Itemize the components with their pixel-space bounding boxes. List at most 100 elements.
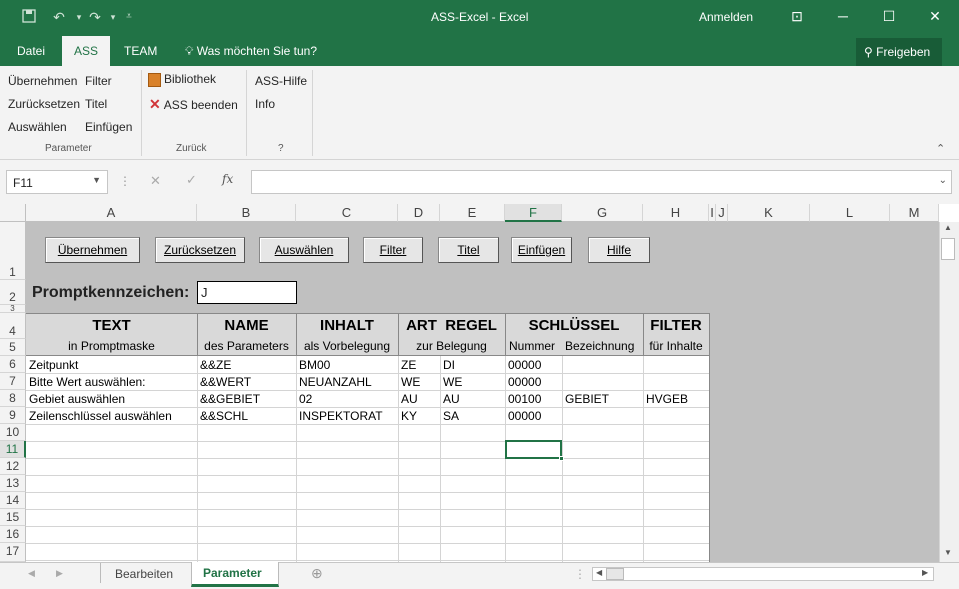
column-header-k[interactable]: K [728,204,810,222]
column-header-m[interactable]: M [890,204,939,222]
column-header-f[interactable]: F [505,204,562,222]
table-cell[interactable] [643,357,709,373]
tell-me-box[interactable]: 💡︎ Was möchten Sie tun? [176,36,326,66]
sheet-button-zuruecksetzen[interactable]: Zurücksetzen [155,237,245,263]
scroll-right-icon[interactable]: ▶ [922,568,928,577]
select-all-corner[interactable] [0,204,26,222]
row-header-9[interactable]: 9 [0,407,26,424]
scroll-left-icon[interactable]: ◀ [596,568,602,577]
table-cell[interactable]: Bitte Wert auswählen: [26,374,197,390]
table-cell[interactable]: INSPEKTORAT [296,408,398,424]
table-cell[interactable]: GEBIET [562,391,643,407]
cancel-icon[interactable]: ✕ [150,173,161,189]
name-box[interactable]: F11 ▼ [6,170,108,194]
table-cell[interactable]: &&GEBIET [197,391,296,407]
table-cell[interactable]: BM00 [296,357,398,373]
function-icon[interactable]: fx [222,172,233,186]
table-cell[interactable]: Zeilenschlüssel auswählen [26,408,197,424]
table-cell[interactable]: KY [398,408,440,424]
minimize-icon[interactable]: ─ [820,0,866,32]
row-header-8[interactable]: 8 [0,390,26,407]
row-header-15[interactable]: 15 [0,509,26,526]
save-icon[interactable] [20,8,38,26]
column-header-l[interactable]: L [810,204,890,222]
table-cell[interactable]: WE [398,374,440,390]
ribbon-ass-beenden[interactable]: ✕ ASS beenden [149,96,238,113]
ribbon-display-icon[interactable]: ⊡ [774,0,820,32]
add-sheet-icon[interactable]: ⊕ [311,565,323,582]
tab-datei[interactable]: Datei [8,36,54,66]
row-header-4[interactable]: 4 [0,313,26,339]
sheet-button-uebernehmen[interactable]: Übernehmen [45,237,140,263]
drag-handle-icon[interactable]: ⋮ [119,174,131,188]
row-header-14[interactable]: 14 [0,492,26,509]
table-cell[interactable]: Gebiet auswählen [26,391,197,407]
next-sheet-icon[interactable]: ▶ [56,568,63,579]
scroll-down-icon[interactable]: ▼ [944,548,952,557]
ribbon-filter[interactable]: Filter [85,74,112,88]
ribbon-auswaehlen[interactable]: Auswählen [8,120,67,134]
drag-handle-icon[interactable]: ⋮ [574,567,586,581]
sheet-button-filter[interactable]: Filter [363,237,423,263]
row-header-12[interactable]: 12 [0,458,26,475]
table-cell[interactable]: AU [440,391,505,407]
customize-toolbar-icon[interactable]: ⩡ [120,8,138,26]
ribbon-ass-hilfe[interactable]: ASS-Hilfe [255,74,307,88]
vertical-scrollbar[interactable] [939,222,959,562]
column-header-i[interactable]: I [709,204,716,222]
table-cell[interactable]: DI [440,357,505,373]
table-cell[interactable]: SA [440,408,505,424]
selected-cell[interactable] [505,440,562,459]
sheet-button-auswaehlen[interactable]: Auswählen [259,237,349,263]
column-header-c[interactable]: C [296,204,398,222]
column-header-h[interactable]: H [643,204,709,222]
row-header-1[interactable]: 1 [0,222,26,280]
column-header-a[interactable]: A [26,204,197,222]
horizontal-scroll-thumb[interactable] [606,568,624,580]
sheet-tab-bearbeiten[interactable]: Bearbeiten [115,567,173,581]
column-header-g[interactable]: G [562,204,643,222]
row-header-7[interactable]: 7 [0,373,26,390]
table-cell[interactable] [562,374,643,390]
table-cell[interactable]: NEUANZAHL [296,374,398,390]
table-cell[interactable] [643,408,709,424]
tab-team[interactable]: TEAM [115,36,166,66]
row-header-13[interactable]: 13 [0,475,26,492]
column-header-e[interactable]: E [440,204,505,222]
ribbon-einfuegen[interactable]: Einfügen [85,120,132,134]
row-header-16[interactable]: 16 [0,526,26,543]
ribbon-bibliothek[interactable]: Bibliothek [148,72,216,87]
row-header-10[interactable]: 10 [0,424,26,441]
signin-link[interactable]: Anmelden [699,10,753,24]
table-cell[interactable]: 00000 [505,408,562,424]
row-header-2[interactable]: 2 [0,280,26,305]
table-cell[interactable]: HVGEB [643,391,709,407]
share-button[interactable]: ⚲ Freigeben [856,38,942,66]
row-header-11[interactable]: 11 [0,441,26,458]
undo-icon[interactable]: ↶ [50,8,68,26]
scroll-up-icon[interactable]: ▲ [944,223,952,232]
sheet-button-einfuegen[interactable]: Einfügen [511,237,572,263]
collapse-ribbon-icon[interactable]: ⌃ [936,142,945,155]
table-cell[interactable]: WE [440,374,505,390]
redo-icon[interactable]: ↷ [86,8,104,26]
ribbon-uebernehmen[interactable]: Übernehmen [8,74,77,88]
table-cell[interactable]: &&WERT [197,374,296,390]
fill-handle[interactable] [559,456,564,461]
row-header-6[interactable]: 6 [0,356,26,373]
row-header-5[interactable]: 5 [0,339,26,356]
sheet-tab-parameter[interactable]: Parameter [203,566,262,580]
ribbon-zuruecksetzen[interactable]: Zurücksetzen [8,97,80,111]
table-cell[interactable]: 00000 [505,357,562,373]
vertical-scroll-thumb[interactable] [941,238,955,260]
column-header-d[interactable]: D [398,204,440,222]
table-cell[interactable]: 00000 [505,374,562,390]
maximize-icon[interactable]: ☐ [866,0,912,32]
table-cell[interactable]: ZE [398,357,440,373]
table-cell[interactable]: AU [398,391,440,407]
close-icon[interactable]: ✕ [912,0,958,32]
table-cell[interactable]: &&SCHL [197,408,296,424]
sheet-button-titel[interactable]: Titel [438,237,499,263]
column-header-b[interactable]: B [197,204,296,222]
table-cell[interactable]: 02 [296,391,398,407]
